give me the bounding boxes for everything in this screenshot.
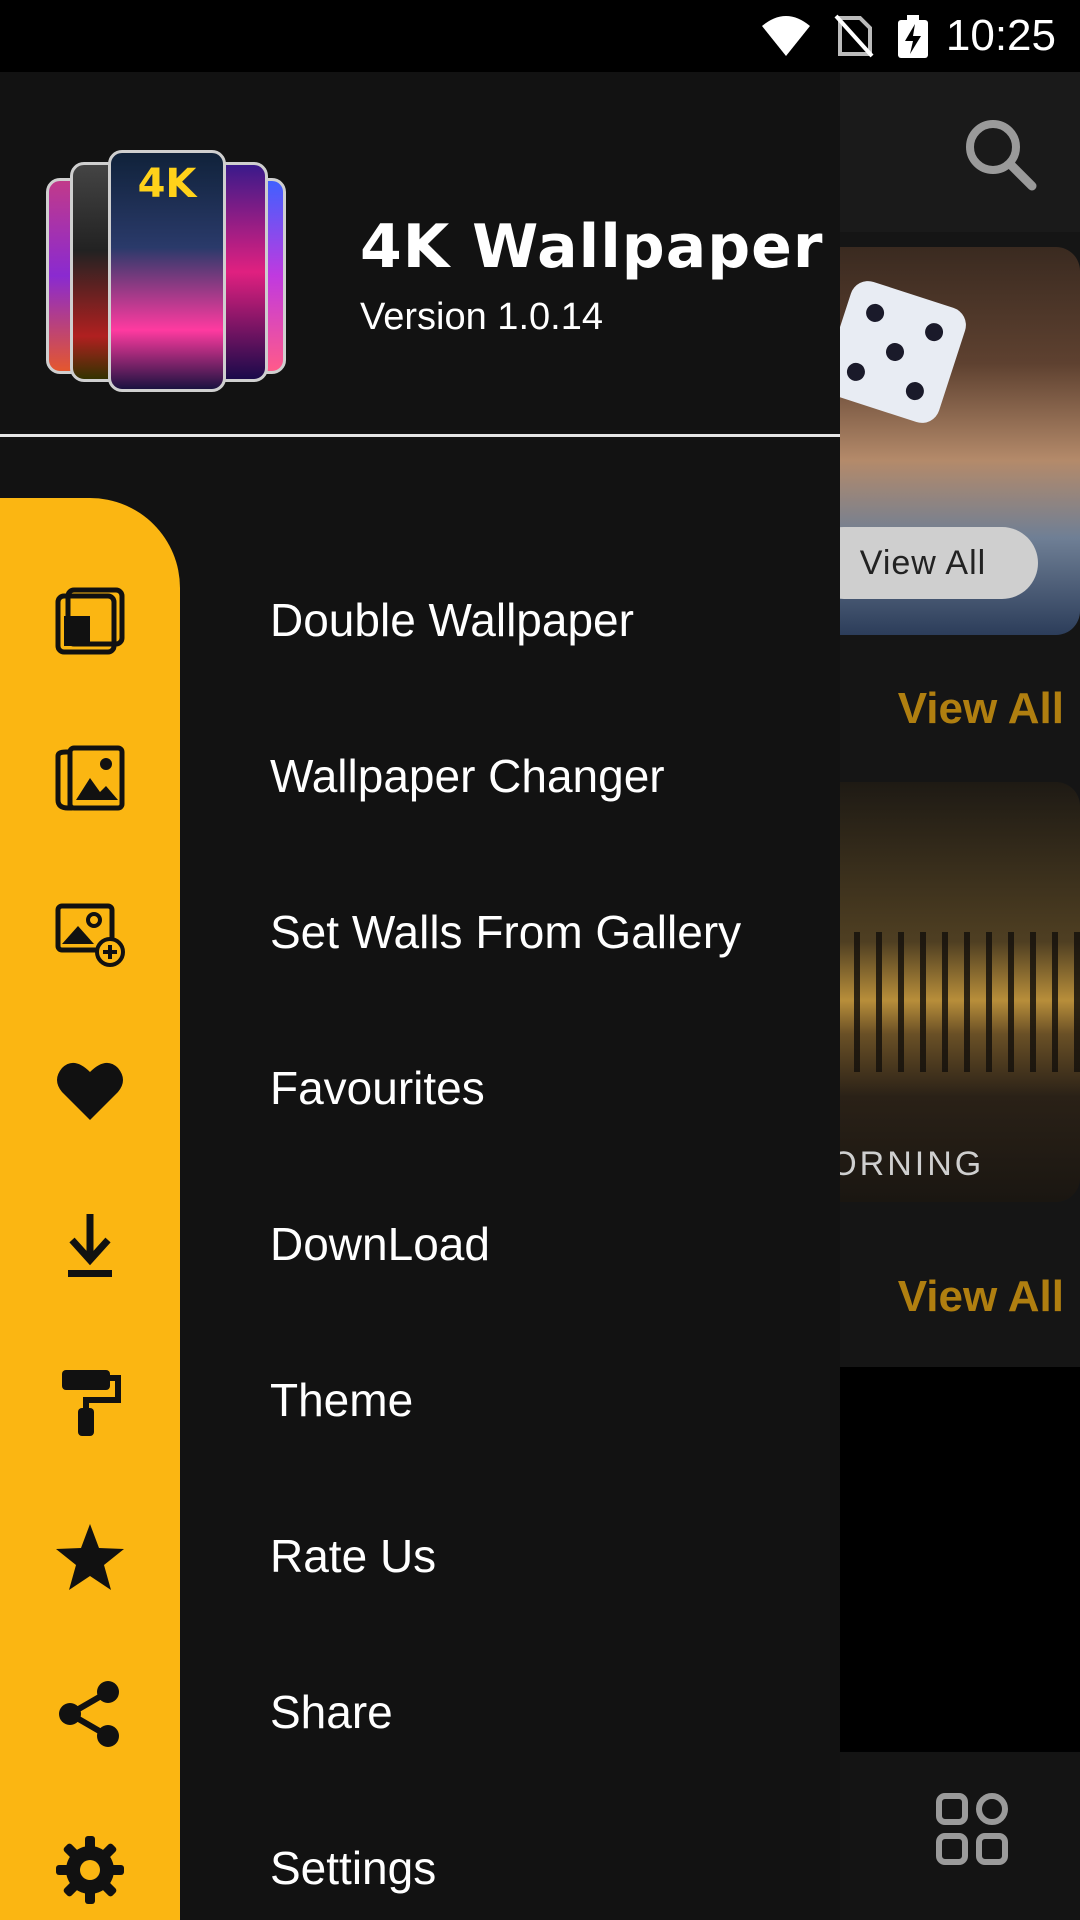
- app-logo: 4K: [44, 150, 286, 392]
- menu-label: Share: [270, 1686, 393, 1738]
- menu-item-download[interactable]: DownLoad: [0, 1180, 840, 1310]
- menu-item-settings[interactable]: Settings: [0, 1804, 840, 1920]
- menu-label: Set Walls From Gallery: [270, 906, 742, 958]
- section-view-all-link[interactable]: View All: [898, 684, 1064, 734]
- menu-item-share[interactable]: Share: [0, 1648, 840, 1778]
- menu-item-wallpaper-changer[interactable]: Wallpaper Changer: [0, 712, 840, 842]
- menu-item-set-walls-from-gallery[interactable]: Set Walls From Gallery: [0, 868, 840, 998]
- double-wallpaper-icon: [55, 587, 125, 655]
- share-icon: [59, 1681, 119, 1747]
- navigation-drawer: 4K 4K Wallpaper Version 1.0.14 Double Wa…: [0, 72, 840, 1920]
- menu-item-theme[interactable]: Theme: [0, 1336, 840, 1466]
- grid-view-icon[interactable]: [935, 1792, 1009, 1866]
- menu-label: Rate Us: [270, 1530, 437, 1582]
- battery-charging-icon: [898, 15, 928, 58]
- wifi-icon: [762, 16, 810, 56]
- wallpaper-changer-icon: [55, 745, 125, 811]
- drawer-divider: [0, 434, 840, 437]
- app-version: Version 1.0.14: [360, 296, 603, 338]
- menu-item-favourites[interactable]: Favourites: [0, 1024, 840, 1154]
- star-icon: [56, 1524, 124, 1590]
- menu-label: DownLoad: [270, 1218, 490, 1270]
- no-sim-icon: [834, 14, 874, 58]
- app-title: 4K Wallpaper: [360, 212, 824, 282]
- menu-item-double-wallpaper[interactable]: Double Wallpaper: [0, 556, 840, 686]
- drawer-header: 4K 4K Wallpaper Version 1.0.14: [0, 72, 840, 434]
- gear-icon: [56, 1836, 124, 1904]
- status-time: 10:25: [945, 11, 1056, 60]
- app-screen: 10:25 View All View All OOD MORNING View…: [0, 0, 1080, 1920]
- menu-label: Settings: [270, 1842, 437, 1894]
- menu-label: Favourites: [270, 1062, 485, 1114]
- gallery-add-icon: [55, 903, 125, 967]
- paint-roller-icon: [62, 1370, 121, 1436]
- status-bar: 10:25: [0, 0, 1080, 72]
- menu-item-rate-us[interactable]: Rate Us: [0, 1492, 840, 1622]
- menu-label: Wallpaper Changer: [270, 750, 665, 802]
- section-view-all-link-2[interactable]: View All: [898, 1272, 1064, 1322]
- heart-icon: [57, 1062, 123, 1120]
- download-icon: [68, 1214, 112, 1277]
- search-icon[interactable]: [960, 114, 1040, 194]
- dice-image: [819, 276, 971, 428]
- menu-label: Double Wallpaper: [270, 594, 634, 646]
- banner-view-all-button[interactable]: View All: [808, 527, 1038, 599]
- menu-label: Theme: [270, 1374, 414, 1426]
- logo-4k-text: 4K: [137, 161, 197, 207]
